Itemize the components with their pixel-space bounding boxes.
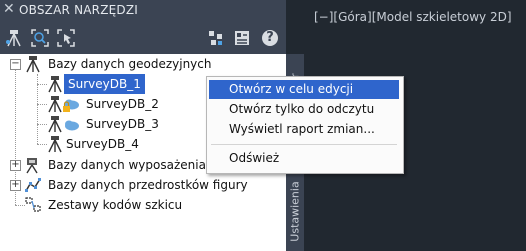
cloud-lock-icon bbox=[63, 99, 79, 112]
menu-item-refresh[interactable]: Odśwież bbox=[209, 149, 399, 168]
tree-node-label: Bazy danych przedrostków figury bbox=[48, 178, 248, 192]
viewport-controls-label[interactable]: [−][Góra][Model szkieletowy 2D] bbox=[314, 10, 512, 24]
collapse-icon[interactable]: − bbox=[10, 59, 21, 70]
linework-code-set-icon bbox=[25, 197, 41, 212]
menu-item-open-read-only[interactable]: Otwórz tylko do odczytu bbox=[209, 100, 399, 119]
context-menu: Otwórz w celu edycji Otwórz tylko do odc… bbox=[206, 76, 404, 174]
menu-separator bbox=[211, 144, 397, 145]
tab-settings[interactable]: Ustawienia bbox=[287, 174, 303, 249]
help-icon[interactable]: ? bbox=[260, 28, 280, 48]
equipment-database-icon bbox=[26, 158, 38, 174]
zoom-extents-icon[interactable] bbox=[30, 28, 50, 48]
tree-node-linework-code-sets[interactable]: Zestawy kodów szkicu bbox=[0, 195, 286, 215]
expand-icon[interactable]: + bbox=[10, 180, 21, 191]
palette-title-bar[interactable]: ✕ OBSZAR NARZĘDZI bbox=[0, 0, 286, 22]
tree-node-surveydb-1[interactable]: SurveyDB_1 bbox=[0, 74, 206, 94]
tree-node-surveydb-3[interactable]: SurveyDB_3 bbox=[0, 114, 206, 134]
tree-node-figure-prefix-databases[interactable]: + Bazy danych przedrostków figury bbox=[0, 175, 286, 195]
survey-preferences-icon[interactable] bbox=[206, 28, 226, 48]
tree-node-surveydb-4[interactable]: SurveyDB_4 bbox=[0, 134, 206, 154]
survey-db-icon bbox=[48, 76, 62, 93]
tree-node-survey-databases[interactable]: − Bazy danych geodezyjnych bbox=[0, 54, 286, 74]
tree-node-label: SurveyDB_2 bbox=[86, 97, 159, 111]
menu-item-open-for-edit[interactable]: Otwórz w celu edycji bbox=[209, 80, 399, 99]
properties-icon[interactable] bbox=[232, 28, 252, 48]
tree-node-label: SurveyDB_3 bbox=[86, 117, 159, 131]
survey-db-icon bbox=[48, 136, 62, 153]
tree-node-label: SurveyDB_4 bbox=[66, 137, 139, 151]
help-glyph: ? bbox=[266, 30, 274, 45]
palette-toolbar: ? bbox=[0, 22, 286, 54]
menu-item-view-change-report[interactable]: Wyświetl raport zmian... bbox=[209, 120, 399, 139]
tree-node-label: SurveyDB_1 bbox=[64, 74, 145, 94]
figure-prefix-database-icon bbox=[25, 178, 41, 192]
tree-node-label: Zestawy kodów szkicu bbox=[48, 198, 183, 212]
tree-node-label: Bazy danych wyposażenia bbox=[48, 158, 206, 172]
survey-database-icon bbox=[26, 56, 40, 73]
tab-label: Ustawienia bbox=[288, 181, 302, 242]
expand-icon[interactable]: + bbox=[10, 160, 21, 171]
close-icon[interactable]: ✕ bbox=[3, 1, 15, 17]
cloud-icon bbox=[65, 120, 79, 131]
tree-node-surveydb-2[interactable]: SurveyDB_2 bbox=[0, 94, 206, 114]
tree-node-label: Bazy danych geodezyjnych bbox=[48, 57, 212, 71]
survey-network-icon[interactable] bbox=[4, 28, 24, 48]
zoom-selection-icon[interactable] bbox=[56, 28, 76, 48]
palette-title: OBSZAR NARZĘDZI bbox=[19, 3, 138, 17]
